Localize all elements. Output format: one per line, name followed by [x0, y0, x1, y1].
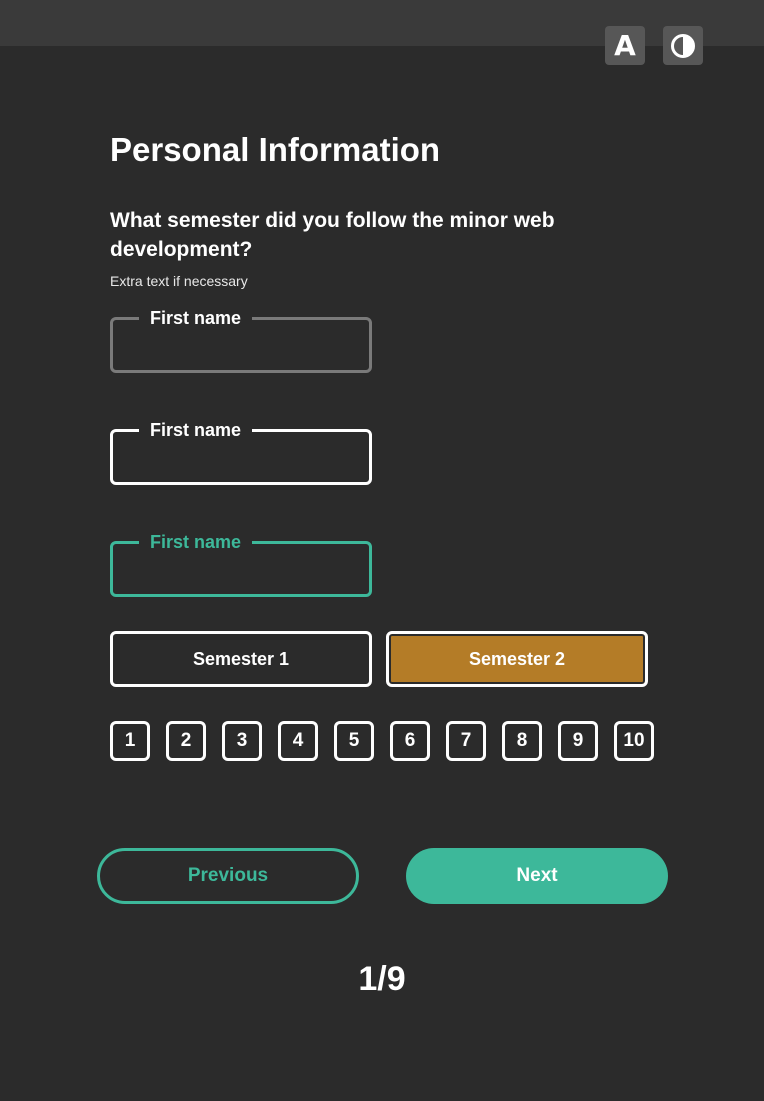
- step-progress: 1/9: [358, 960, 406, 998]
- first-name-input[interactable]: [123, 446, 359, 474]
- rating-scale: 1 2 3 4 5 6 7 8 9 10: [110, 721, 670, 761]
- page-title: Personal Information: [110, 131, 441, 168]
- font-size-icon: A: [614, 28, 636, 62]
- first-name-label: First name: [139, 306, 253, 330]
- first-name-field-focused[interactable]: First name: [110, 530, 372, 597]
- contrast-icon: [671, 33, 695, 58]
- font-size-button[interactable]: A: [605, 26, 645, 65]
- rating-option-9[interactable]: 9: [558, 721, 598, 761]
- top-bar: [0, 0, 764, 46]
- rating-option-2[interactable]: 2: [166, 721, 206, 761]
- rating-option-10[interactable]: 10: [614, 721, 654, 761]
- rating-option-7[interactable]: 7: [446, 721, 486, 761]
- first-name-label: First name: [139, 530, 253, 554]
- rating-option-5[interactable]: 5: [334, 721, 374, 761]
- rating-option-3[interactable]: 3: [222, 721, 262, 761]
- next-button[interactable]: Next: [406, 848, 668, 904]
- previous-button[interactable]: Previous: [97, 848, 359, 904]
- rating-option-8[interactable]: 8: [502, 721, 542, 761]
- semester-1-button[interactable]: Semester 1: [110, 631, 372, 687]
- rating-option-6[interactable]: 6: [390, 721, 430, 761]
- first-name-field-disabled[interactable]: First name: [110, 306, 372, 373]
- semester-2-button[interactable]: Semester 2: [386, 631, 648, 687]
- first-name-input-focused[interactable]: [123, 558, 359, 586]
- rating-option-4[interactable]: 4: [278, 721, 318, 761]
- first-name-input-disabled[interactable]: [123, 334, 359, 362]
- rating-option-1[interactable]: 1: [110, 721, 150, 761]
- question-text: What semester did you follow the minor w…: [110, 209, 555, 261]
- contrast-button[interactable]: [663, 26, 703, 65]
- helper-text: Extra text if necessary: [110, 273, 248, 289]
- first-name-label: First name: [139, 418, 253, 442]
- first-name-field[interactable]: First name: [110, 418, 372, 485]
